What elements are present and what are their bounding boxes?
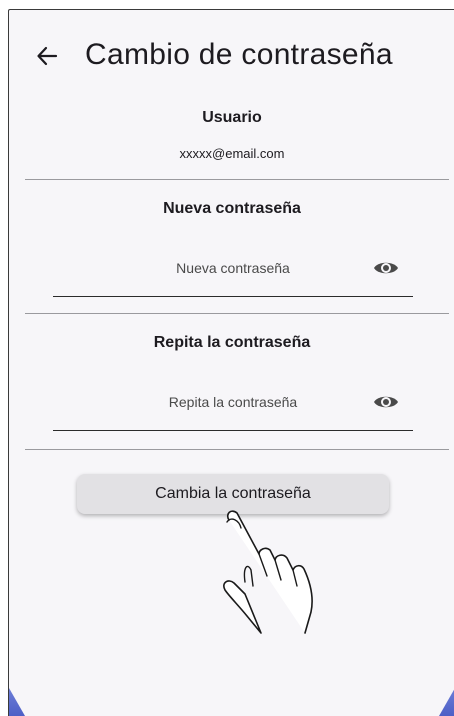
divider	[25, 313, 449, 314]
divider	[25, 449, 449, 450]
divider	[25, 179, 449, 180]
user-label: Usuario	[202, 109, 262, 126]
repeat-password-field[interactable]: Repita la contraseña	[53, 386, 413, 431]
new-password-field[interactable]: Nueva contraseña	[53, 252, 413, 297]
repeat-password-placeholder: Repita la contraseña	[168, 394, 298, 410]
back-button[interactable]	[31, 40, 63, 72]
eye-icon[interactable]	[373, 392, 399, 412]
new-password-placeholder: Nueva contraseña	[176, 260, 290, 276]
arrow-left-icon	[37, 46, 58, 66]
screen-corner-right	[439, 688, 454, 716]
repeat-password-label: Repita la contraseña	[153, 334, 311, 351]
app-screen: Cambio de contraseña Usuario xxxxx@email…	[8, 9, 454, 716]
new-password-label: Nueva contraseña	[163, 200, 301, 217]
eye-icon[interactable]	[373, 258, 399, 278]
app-bar: Cambio de contraseña	[9, 10, 454, 100]
page-title: Cambio de contraseña	[85, 38, 393, 71]
screen-corner-left	[9, 688, 25, 716]
tap-hand-icon	[223, 510, 313, 634]
user-email: xxxxx@email.com	[179, 146, 285, 161]
